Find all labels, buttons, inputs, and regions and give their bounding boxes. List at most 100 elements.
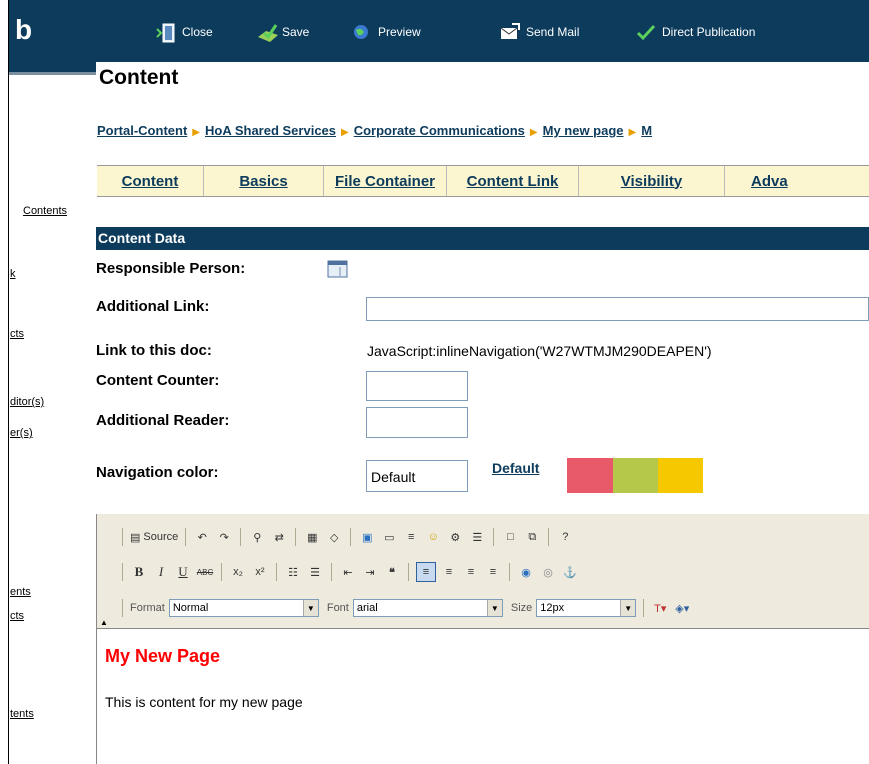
editor-content-heading[interactable]: My New Page (105, 646, 220, 667)
default-color-link[interactable]: Default (492, 460, 539, 476)
breadcrumb-hoa-shared-services[interactable]: HoA Shared Services (205, 123, 336, 138)
justify-icon[interactable]: ≡ (484, 563, 502, 581)
additional-link-input[interactable] (366, 297, 869, 321)
toolbar-separator (548, 528, 550, 546)
tab-visibility[interactable]: Visibility (579, 166, 725, 196)
maximize-icon[interactable]: □ (501, 528, 519, 546)
save-icon (256, 23, 278, 42)
toolbar-separator (643, 599, 645, 617)
breadcrumb-portal-content[interactable]: Portal-Content (97, 123, 187, 138)
sidebar-link-2[interactable]: k (10, 268, 16, 280)
link-icon[interactable]: ◉ (517, 563, 535, 581)
additional-reader-label: Additional Reader: (96, 412, 230, 429)
tab-content[interactable]: Content (97, 166, 204, 196)
replace-icon[interactable]: ⇄ (270, 528, 288, 546)
size-label: Size (510, 602, 533, 614)
background-color-icon[interactable]: ◈▾ (673, 599, 691, 617)
outdent-icon[interactable]: ⇤ (339, 563, 357, 581)
color-swatch-yellow[interactable] (658, 458, 703, 493)
preview-button[interactable]: Preview (352, 21, 421, 43)
toolbar-separator (509, 563, 510, 581)
smiley-icon[interactable]: ☺ (424, 528, 442, 546)
size-select[interactable]: 12px ▼ (536, 599, 637, 617)
additional-link-label: Additional Link: (96, 298, 210, 315)
strikethrough-icon[interactable]: ABC (196, 563, 214, 581)
save-button[interactable]: Save (256, 21, 309, 43)
underline-icon[interactable]: U (174, 563, 192, 581)
sidebar-link-readers[interactable]: er(s) (10, 427, 33, 439)
sidebar-link-3[interactable]: cts (10, 328, 24, 340)
toolbar-separator (240, 528, 242, 546)
toolbar-separator (185, 528, 187, 546)
table-icon[interactable]: ▭ (380, 528, 398, 546)
editor-toolbar-row-3: Format Normal ▼ Font arial ▼ Size 12px ▼… (119, 596, 691, 620)
close-button[interactable]: Close (156, 21, 213, 43)
breadcrumb-arrow-icon: ▶ (341, 127, 349, 138)
breadcrumb-arrow-icon: ▶ (529, 127, 538, 138)
blockquote-icon[interactable]: ❝ (383, 563, 401, 581)
toolbar-separator (295, 528, 297, 546)
toolbar-separator (122, 599, 123, 617)
color-swatch-red[interactable] (567, 458, 613, 493)
source-button[interactable]: ▤ Source (130, 528, 178, 546)
subscript-icon[interactable]: x₂ (229, 563, 247, 581)
redo-icon[interactable]: ↷ (215, 528, 233, 546)
tab-advanced[interactable]: Adva (725, 166, 869, 196)
editor-content-paragraph[interactable]: This is content for my new page (105, 694, 303, 710)
find-icon[interactable]: ⚲ (248, 528, 266, 546)
bulleted-list-icon[interactable]: ☰ (306, 563, 324, 581)
undo-icon[interactable]: ↶ (193, 528, 211, 546)
sidebar-link-7[interactable]: cts (10, 610, 24, 622)
address-book-icon[interactable] (327, 259, 349, 279)
superscript-icon[interactable]: x² (251, 563, 269, 581)
breadcrumb-truncated[interactable]: M (641, 123, 652, 138)
additional-reader-input[interactable] (366, 407, 468, 438)
page-title: Content (99, 66, 179, 89)
horizontal-rule-icon[interactable]: ≡ (402, 528, 420, 546)
breadcrumb-corporate-communications[interactable]: Corporate Communications (354, 123, 525, 138)
font-value: arial (356, 602, 378, 614)
help-icon[interactable]: ? (556, 528, 574, 546)
source-icon: ▤ (130, 531, 141, 544)
direct-publication-label: Direct Publication (662, 25, 756, 39)
globe-icon (352, 23, 372, 41)
sidebar-link-8[interactable]: tents (10, 708, 34, 720)
main-toolbar: Close Save Preview Send Mail Direct Publ… (96, 0, 869, 62)
tab-basics[interactable]: Basics (204, 166, 324, 196)
send-mail-button[interactable]: Send Mail (500, 21, 579, 43)
align-left-icon[interactable]: ≡ (416, 562, 436, 582)
logo: b (15, 14, 33, 45)
select-all-icon[interactable]: ▦ (303, 528, 321, 546)
image-icon[interactable]: ▣ (358, 528, 376, 546)
preview-doc-icon[interactable]: ⧉ (523, 528, 541, 546)
content-counter-label: Content Counter: (96, 372, 220, 389)
breadcrumb-arrow-icon: ▶ (192, 127, 200, 138)
navigation-color-label: Navigation color: (96, 464, 219, 481)
text-color-icon[interactable]: T▾ (651, 599, 669, 617)
navigation-color-input[interactable]: Default (366, 460, 468, 492)
special-char-icon[interactable]: ⚙ (446, 528, 464, 546)
numbered-list-icon[interactable]: ☷ (284, 563, 302, 581)
direct-publication-button[interactable]: Direct Publication (636, 21, 755, 43)
color-swatch-green[interactable] (613, 458, 658, 493)
anchor-icon[interactable]: ⚓ (561, 563, 579, 581)
align-center-icon[interactable]: ≡ (440, 563, 458, 581)
format-value: Normal (172, 602, 209, 614)
unlink-icon[interactable]: ◎ (539, 563, 557, 581)
bold-icon[interactable]: B (130, 563, 148, 581)
collapse-toolbar-icon[interactable]: ▲ (100, 618, 108, 627)
sidebar-link-contents[interactable]: Contents (23, 205, 67, 217)
tab-file-container[interactable]: File Container (324, 166, 447, 196)
remove-format-icon[interactable]: ◇ (325, 528, 343, 546)
breadcrumb-my-new-page[interactable]: My new page (543, 123, 624, 138)
format-select[interactable]: Normal ▼ (168, 599, 319, 617)
italic-icon[interactable]: I (152, 563, 170, 581)
font-select[interactable]: arial ▼ (352, 599, 503, 617)
tab-content-link[interactable]: Content Link (447, 166, 579, 196)
page-break-icon[interactable]: ☰ (468, 528, 486, 546)
align-right-icon[interactable]: ≡ (462, 563, 480, 581)
content-counter-input[interactable] (366, 371, 468, 401)
sidebar-link-editors[interactable]: ditor(s) (10, 396, 44, 408)
indent-icon[interactable]: ⇥ (361, 563, 379, 581)
sidebar-link-6[interactable]: ents (10, 586, 31, 598)
